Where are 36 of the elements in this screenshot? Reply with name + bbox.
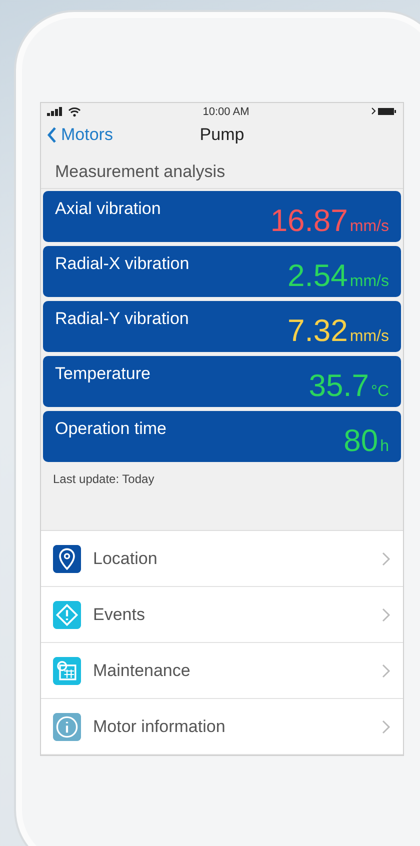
menu-item[interactable]: Events (41, 587, 403, 643)
signal-icon (47, 107, 65, 116)
chevron-icon (381, 720, 391, 734)
measurement-unit: mm/s (350, 217, 389, 237)
measurement-value: 7.32 (288, 314, 348, 348)
measurement-name: Axial vibration (55, 198, 161, 220)
measurement-unit: mm/s (350, 327, 389, 347)
back-button[interactable]: Motors (41, 124, 119, 146)
section-heading: Measurement analysis (41, 150, 403, 189)
back-chevron-icon (47, 126, 57, 144)
menu-label: Motor information (93, 716, 226, 736)
battery-icon (370, 107, 397, 116)
measurement-value: 80 (344, 424, 378, 458)
measurement-name: Radial-Y vibration (55, 308, 189, 330)
menu-item[interactable]: Motor information (41, 699, 403, 755)
measurement-value: 16.87 (270, 204, 348, 238)
menu-item[interactable]: Maintenance (41, 643, 403, 699)
measurement-value: 35.7 (308, 369, 370, 403)
menu-item[interactable]: Location (41, 531, 403, 587)
screen-title: Pump (200, 125, 244, 146)
measurement-unit: h (380, 437, 389, 457)
measurement-name: Temperature (55, 363, 150, 385)
measurement-value: 2.54 (288, 259, 348, 293)
chevron-icon (381, 552, 391, 566)
status-time: 10:00 AM (202, 106, 250, 118)
menu-label: Events (93, 604, 146, 624)
last-update-text: Last update: Today (52, 471, 156, 488)
measurement-name: Operation time (55, 418, 166, 440)
menu-label: Maintenance (93, 660, 192, 680)
wifi-icon (68, 106, 81, 117)
menu-label: Location (93, 548, 158, 568)
chevron-icon (381, 608, 391, 622)
measurement-unit: mm/s (350, 272, 389, 292)
chevron-icon (381, 664, 391, 678)
measurement-unit: °C (371, 382, 389, 402)
measurement-name: Radial-X vibration (55, 253, 190, 275)
